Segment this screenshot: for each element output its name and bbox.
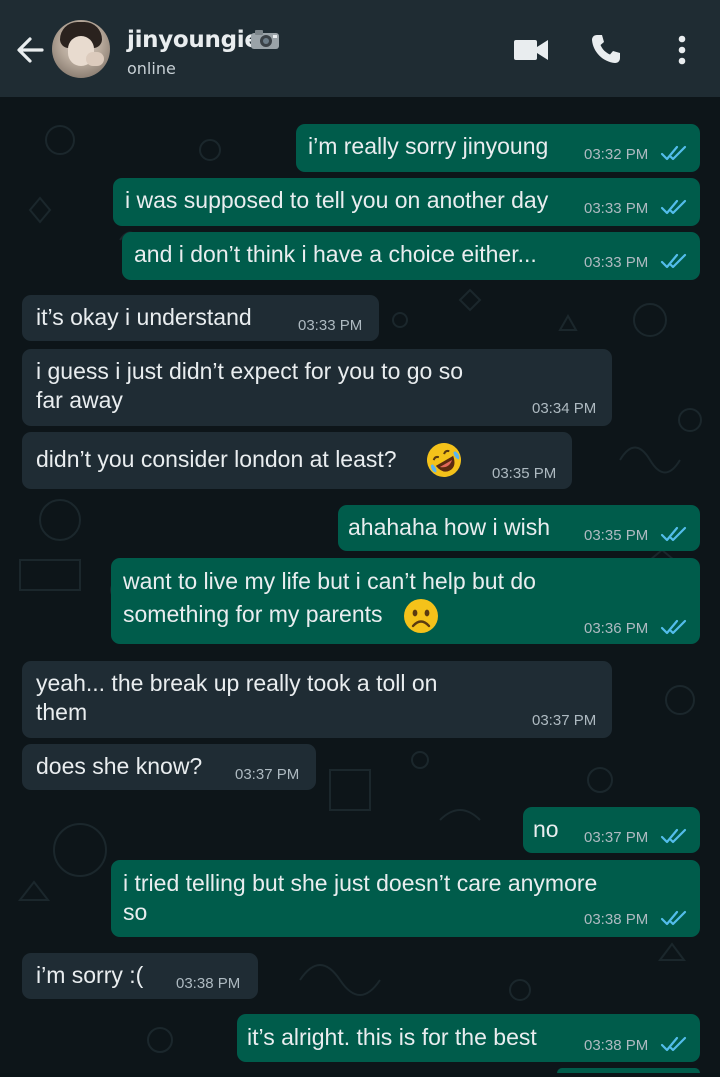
outgoing-message[interactable]: and i don’t think i have a choice either… (122, 232, 700, 280)
message-text-line: something for my parents (123, 601, 383, 627)
message-text: and i don’t think i have a choice either… (134, 241, 537, 267)
message-time: 03:36 PM (584, 620, 649, 637)
double-check-icon (660, 526, 687, 542)
message-text: ahahaha how i wish (348, 514, 551, 540)
message-text: it’s okay i understand (36, 304, 252, 330)
outgoing-message-partial[interactable] (557, 1068, 700, 1073)
arrow-left-icon[interactable] (10, 30, 50, 70)
double-check-icon (660, 619, 687, 635)
outgoing-message[interactable]: i was supposed to tell you on another da… (113, 178, 700, 226)
incoming-message[interactable]: i’m sorry :( 03:38 PM (22, 953, 258, 999)
outgoing-message[interactable]: ahahaha how i wish 03:35 PM (338, 505, 700, 551)
message-time: 03:37 PM (235, 766, 300, 783)
double-check-icon (660, 828, 687, 844)
message-text: i’m sorry :( (36, 962, 144, 988)
double-check-icon (660, 145, 687, 161)
message-text: i was supposed to tell you on another da… (125, 187, 549, 213)
double-check-icon (660, 199, 687, 215)
message-time: 03:33 PM (584, 200, 649, 217)
message-text-line: yeah... the break up really took a toll … (36, 670, 438, 696)
camera-emoji (251, 30, 279, 49)
incoming-message[interactable]: yeah... the break up really took a toll … (22, 661, 612, 738)
incoming-message[interactable]: i guess i just didn’t expect for you to … (22, 349, 612, 426)
outgoing-message[interactable]: no 03:37 PM (523, 807, 700, 853)
message-time: 03:38 PM (584, 1037, 649, 1054)
message-text-line: them (36, 699, 88, 725)
message-text: didn’t you consider london at least? (36, 446, 397, 472)
outgoing-message[interactable]: i’m really sorry jinyoung 03:32 PM (296, 124, 700, 172)
message-text: no (533, 816, 559, 842)
message-text-line: want to live my life but i can’t help bu… (123, 568, 536, 594)
more-vert-icon[interactable] (674, 34, 690, 66)
message-time: 03:38 PM (584, 911, 649, 928)
video-call-icon[interactable] (513, 37, 549, 63)
voice-call-icon[interactable] (590, 33, 622, 65)
rolling-on-floor-laughing-emoji (427, 443, 461, 477)
double-check-icon (660, 253, 687, 269)
message-time: 03:32 PM (584, 146, 649, 163)
message-text-line: i tried telling but she just doesn’t car… (123, 870, 598, 896)
message-time: 03:37 PM (584, 829, 649, 846)
message-text-line: far away (36, 387, 123, 413)
chat-header: jinyoungie online (0, 0, 720, 97)
message-time: 03:38 PM (176, 975, 241, 992)
message-time: 03:33 PM (298, 317, 363, 334)
outgoing-message[interactable]: i tried telling but she just doesn’t car… (111, 860, 700, 937)
incoming-message[interactable]: didn’t you consider london at least? 03:… (22, 432, 572, 489)
incoming-message[interactable]: does she know? 03:37 PM (22, 744, 316, 790)
message-time: 03:35 PM (584, 527, 649, 544)
contact-name[interactable]: jinyoungie (127, 27, 260, 53)
message-time: 03:35 PM (492, 465, 557, 482)
message-time: 03:37 PM (532, 712, 597, 729)
outgoing-message[interactable]: it’s alright. this is for the best 03:38… (237, 1014, 700, 1062)
double-check-icon (660, 1036, 687, 1052)
message-text: does she know? (36, 753, 203, 779)
outgoing-message[interactable]: want to live my life but i can’t help bu… (111, 558, 700, 644)
message-text: i’m really sorry jinyoung (308, 133, 549, 159)
contact-status: online (127, 59, 176, 78)
double-check-icon (660, 910, 687, 926)
contact-avatar[interactable] (52, 20, 110, 78)
message-text: it’s alright. this is for the best (247, 1024, 537, 1050)
incoming-message[interactable]: it’s okay i understand 03:33 PM (22, 295, 379, 341)
message-time: 03:34 PM (532, 400, 597, 417)
message-text-line: so (123, 899, 148, 925)
message-text-line: i guess i just didn’t expect for you to … (36, 358, 464, 384)
frowning-face-emoji (404, 599, 438, 633)
message-time: 03:33 PM (584, 254, 649, 271)
